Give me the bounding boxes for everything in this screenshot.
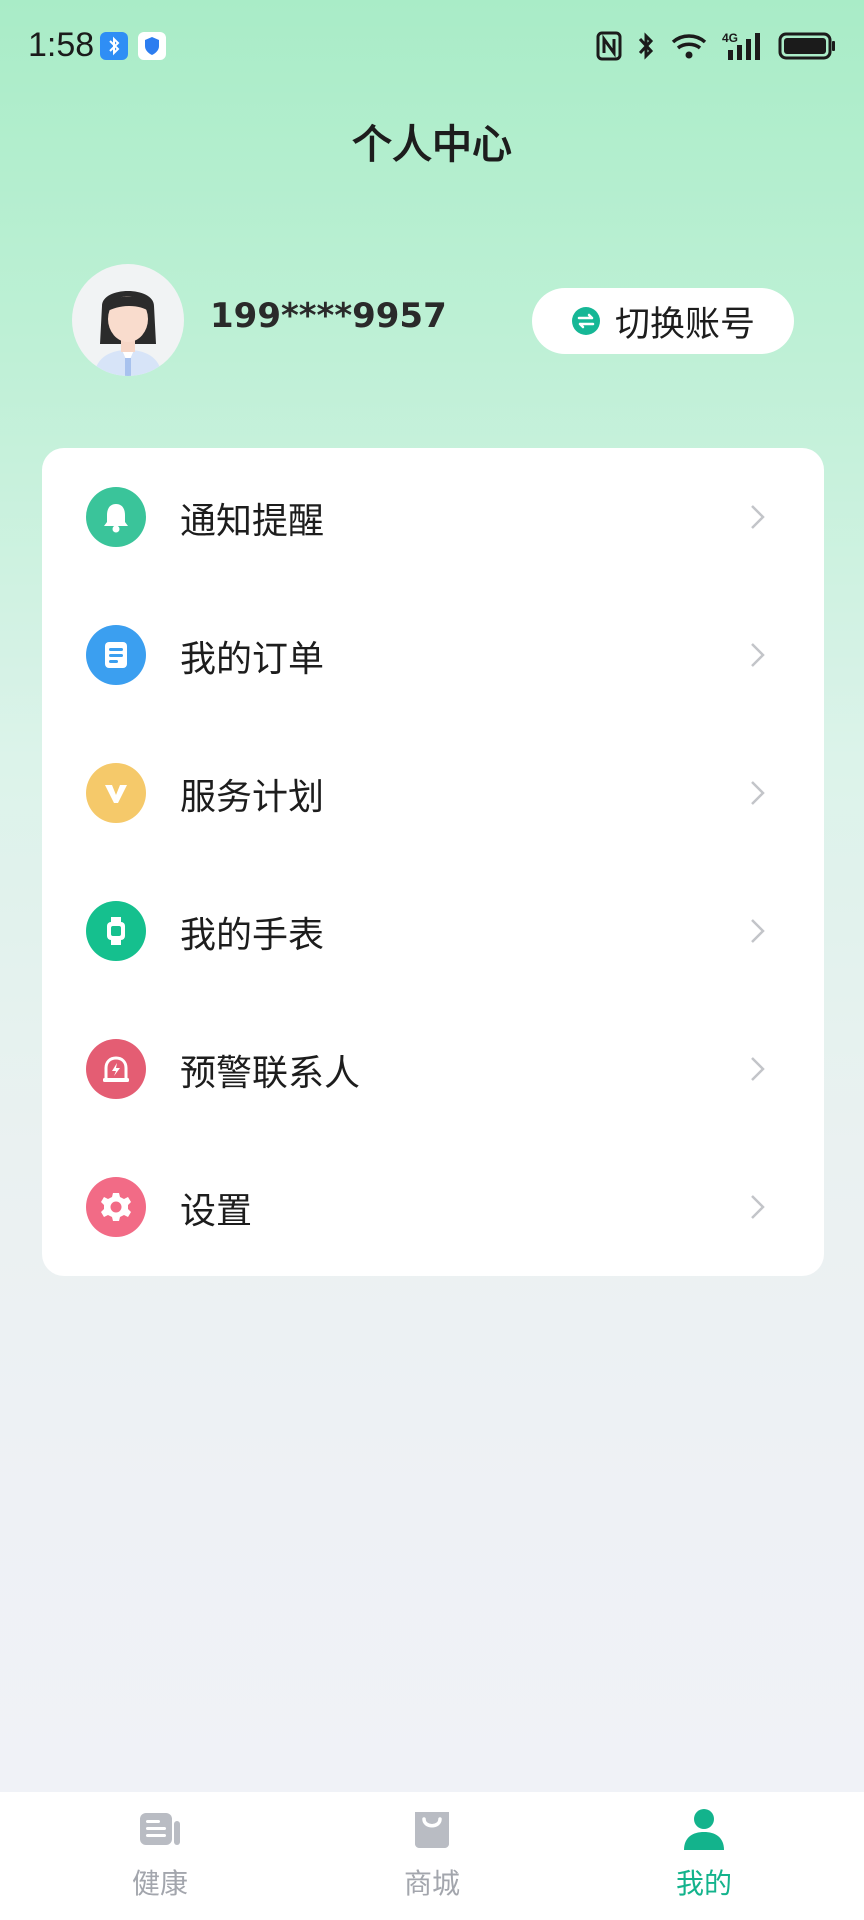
menu-item-label: 设置 [180,1191,253,1232]
tab-label: 健康 [131,1867,188,1900]
menu-item-label: 我的手表 [180,915,325,956]
tab-health[interactable]: 健康 [16,1792,304,1920]
menu-item-service-plan[interactable]: 服务计划 [42,724,824,862]
gear-icon [86,1177,146,1237]
swap-icon [571,307,600,335]
nfc-icon [596,31,622,61]
tab-label: 我的 [675,1867,732,1900]
signal-4g-icon: 4G [722,31,760,60]
page-title: 个人中心 [352,122,512,168]
status-time: 1:58 [28,26,95,64]
phone-number: 199****9957 [210,296,447,336]
chevron-right-icon [751,505,765,529]
bluetooth-icon [638,32,654,60]
menu-item-label: 服务计划 [180,777,325,818]
tab-mine[interactable]: 我的 [560,1792,848,1920]
tab-mall[interactable]: 商城 [288,1792,576,1920]
shopping-bag-icon [415,1812,449,1848]
chevron-right-icon [751,643,765,667]
user-icon [684,1809,724,1850]
vip-icon [86,763,146,823]
profile-section: 199****9957 切换账号 [72,264,794,376]
watch-icon [86,901,146,961]
menu-item-notifications[interactable]: 通知提醒 [42,448,824,586]
tab-label: 商城 [403,1867,460,1900]
menu-item-label: 通知提醒 [180,501,325,542]
order-icon [86,625,146,685]
bell-icon [86,487,146,547]
health-news-icon [140,1813,180,1845]
svg-text:4G: 4G [722,31,738,45]
menu-item-label: 我的订单 [180,639,325,680]
switch-account-button[interactable]: 切换账号 [532,288,794,354]
menu-item-label: 预警联系人 [180,1053,361,1094]
menu-item-my-watch[interactable]: 我的手表 [42,862,824,1000]
chevron-right-icon [751,1057,765,1081]
chevron-right-icon [751,919,765,943]
chevron-right-icon [751,1195,765,1219]
menu-item-settings[interactable]: 设置 [42,1138,824,1276]
bluetooth-app-icon [100,32,128,60]
bottom-tab-bar: 健康 商城 我的 [0,1792,864,1920]
menu-card: 通知提醒 我的订单 服务计划 我的手表 预警联系人 设置 [42,448,824,1276]
switch-account-label: 切换账号 [614,304,755,345]
avatar[interactable] [72,264,184,376]
alarm-icon [86,1039,146,1099]
chevron-right-icon [751,781,765,805]
shield-app-icon [138,32,166,60]
battery-icon [778,32,835,60]
menu-item-orders[interactable]: 我的订单 [42,586,824,724]
status-bar: 1:58 4G [0,0,864,92]
menu-item-alert-contacts[interactable]: 预警联系人 [42,1000,824,1138]
wifi-icon [671,34,707,59]
